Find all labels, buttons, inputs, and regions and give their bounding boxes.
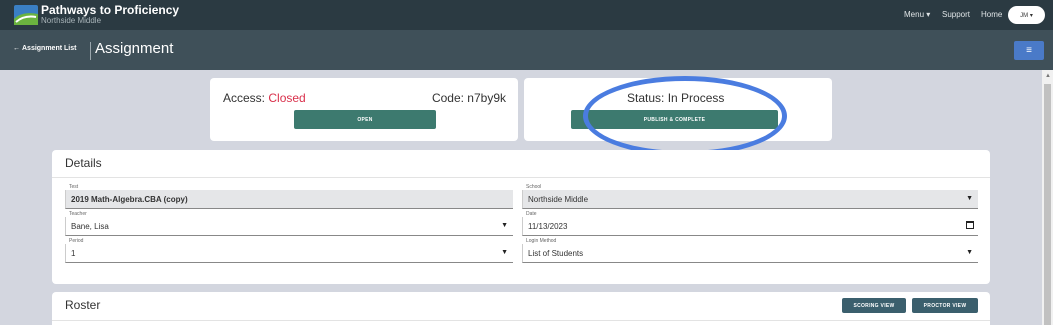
hamburger-icon: ≡ xyxy=(1026,45,1032,56)
assignment-list-back-link[interactable]: ← Assignment List xyxy=(13,45,76,52)
period-value: 1 xyxy=(71,249,76,258)
page-title: Assignment xyxy=(95,40,174,57)
login-method-select[interactable]: Login Method List of Students ▼ xyxy=(522,238,978,263)
details-divider xyxy=(52,177,990,178)
scoring-view-button[interactable]: SCORING VIEW xyxy=(842,298,906,313)
test-field: Test 2019 Math-Algebra.CBA (copy) xyxy=(65,184,513,209)
date-label: Date xyxy=(526,211,537,217)
date-input[interactable]: Date 11/13/2023 xyxy=(522,211,978,236)
period-select[interactable]: Period 1 ▼ xyxy=(65,238,513,263)
pathways-logo-icon[interactable] xyxy=(14,5,38,25)
test-label: Test xyxy=(69,184,79,190)
highlight-annotation-ellipse xyxy=(583,76,787,156)
roster-title: Roster xyxy=(65,298,101,312)
login-method-label: Login Method xyxy=(526,238,557,244)
nav-menu-dropdown[interactable]: Menu ▾ xyxy=(904,10,930,19)
nav-support-link[interactable]: Support xyxy=(942,10,970,19)
details-panel: Details Test 2019 Math-Algebra.CBA (copy… xyxy=(52,150,990,284)
school-select[interactable]: School Northside Middle ▼ xyxy=(522,184,978,209)
date-value: 11/13/2023 xyxy=(528,222,568,231)
school-value: Northside Middle xyxy=(528,195,589,204)
roster-panel: Roster SCORING VIEW PROCTOR VIEW xyxy=(52,292,990,325)
header-divider xyxy=(90,42,91,60)
test-value: 2019 Math-Algebra.CBA (copy) xyxy=(71,195,188,204)
open-button[interactable]: OPEN xyxy=(294,110,436,129)
hamburger-menu-button[interactable]: ≡ xyxy=(1014,41,1044,60)
back-link-label: Assignment List xyxy=(22,45,77,52)
page-header: ← Assignment List Assignment ≡ xyxy=(0,30,1053,70)
teacher-label: Teacher xyxy=(69,211,87,217)
access-status: Access: Closed xyxy=(223,91,306,105)
caret-down-icon: ▼ xyxy=(501,249,508,256)
details-title: Details xyxy=(65,156,102,170)
school-label: School xyxy=(526,184,542,190)
brand-subtitle: Northside Middle xyxy=(41,16,102,25)
scrollbar-thumb[interactable] xyxy=(1044,84,1051,325)
arrow-left-icon: ← xyxy=(13,45,20,52)
top-navbar: Pathways to Proficiency Northside Middle… xyxy=(0,0,1053,30)
access-closed-value: Closed xyxy=(268,91,306,105)
access-label: Access: xyxy=(223,91,269,105)
user-avatar-button[interactable]: JM ▾ xyxy=(1008,6,1045,24)
roster-divider xyxy=(52,320,990,321)
caret-down-icon: ▼ xyxy=(966,249,973,256)
teacher-value: Bane, Lisa xyxy=(71,222,109,231)
caret-down-icon: ▼ xyxy=(501,222,508,229)
calendar-icon[interactable] xyxy=(966,221,974,229)
period-label: Period xyxy=(69,238,84,244)
caret-down-icon: ▼ xyxy=(966,195,973,202)
teacher-select[interactable]: Teacher Bane, Lisa ▼ xyxy=(65,211,513,236)
nav-home-link[interactable]: Home xyxy=(981,10,1002,19)
page-scrollbar[interactable]: ▲ xyxy=(1042,70,1053,325)
access-card: Access: Closed Code: n7by9k OPEN xyxy=(210,78,518,141)
brand-title[interactable]: Pathways to Proficiency xyxy=(41,3,179,17)
scroll-up-arrow-icon[interactable]: ▲ xyxy=(1045,73,1051,79)
login-method-value: List of Students xyxy=(528,249,584,258)
access-code: Code: n7by9k xyxy=(431,91,506,105)
proctor-view-button[interactable]: PROCTOR VIEW xyxy=(912,298,978,313)
